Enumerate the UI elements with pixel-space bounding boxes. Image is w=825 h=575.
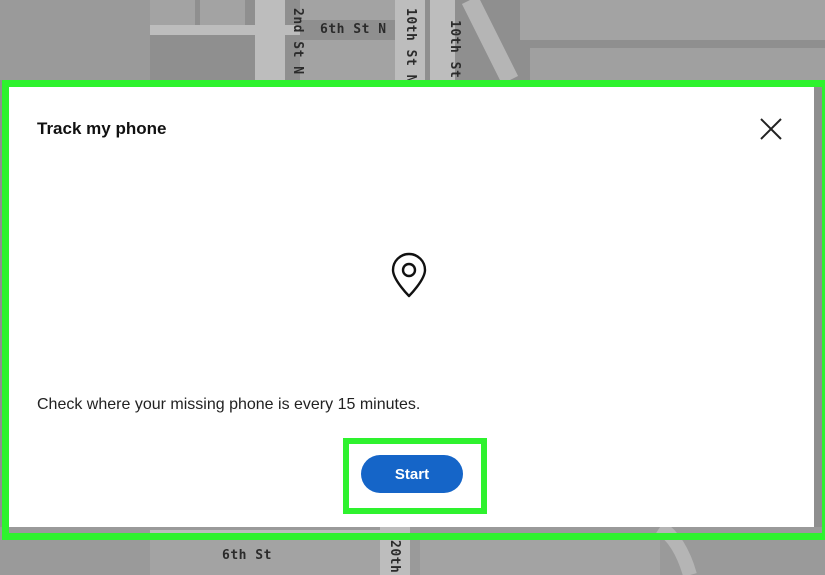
street-label-20th: 20th [387, 540, 402, 574]
street-label-6th-st-n: 6th St N [320, 22, 387, 37]
dialog-message: Check where your missing phone is every … [37, 396, 421, 413]
location-pin-icon [389, 252, 429, 300]
close-icon [760, 118, 782, 140]
close-button[interactable] [757, 115, 785, 143]
street-label-6th-st: 6th St [222, 548, 272, 563]
start-button[interactable]: Start [361, 455, 463, 493]
street-label-10th-st: 10th St [447, 20, 462, 79]
street-label-2nd-st-n: 2nd St N [290, 8, 305, 75]
street-label-10th-st-n: 10th St N [403, 8, 418, 83]
dialog-title: Track my phone [37, 119, 167, 138]
